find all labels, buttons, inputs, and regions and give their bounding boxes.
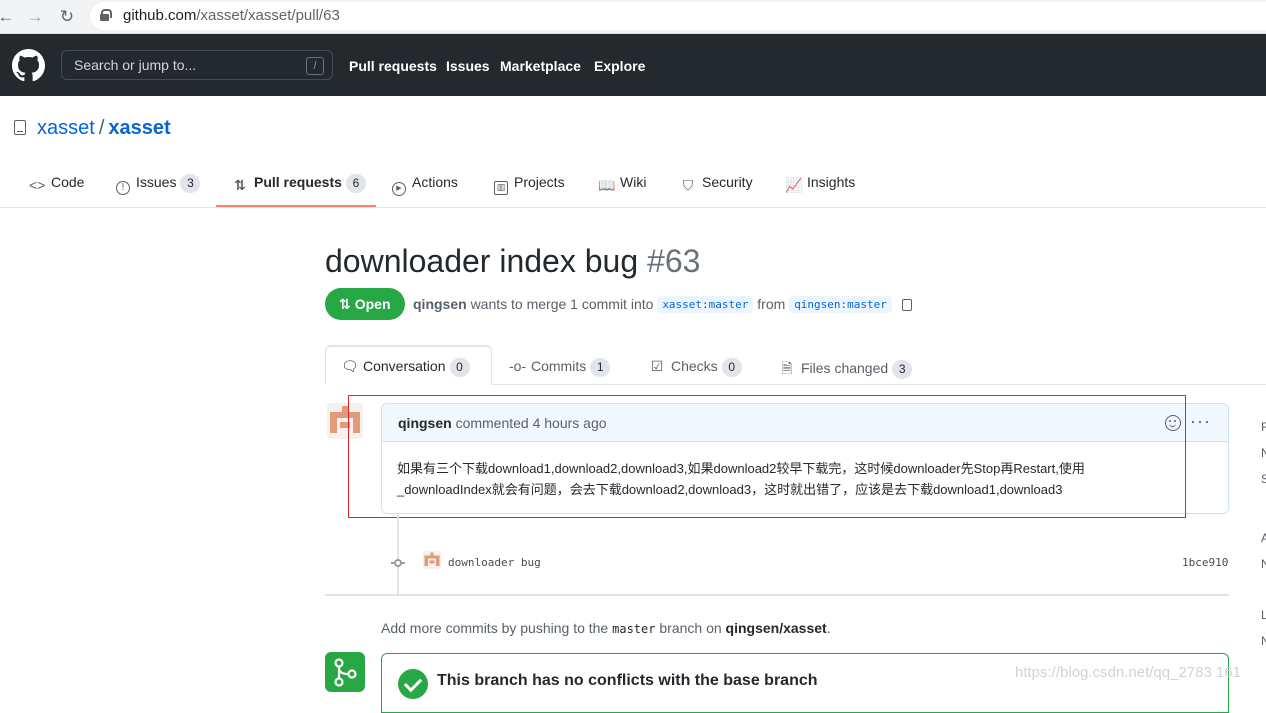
nav-pull-requests[interactable]: Pull requests bbox=[349, 58, 437, 74]
sidebar-labels-label: L bbox=[1261, 608, 1266, 622]
sidebar-assignees-label: A bbox=[1261, 531, 1266, 545]
timeline-line bbox=[397, 515, 399, 595]
tab-files-changed[interactable]: 🗎 Files changed 3 bbox=[779, 358, 913, 382]
project-icon: ▥ bbox=[494, 181, 508, 195]
repo-icon bbox=[14, 120, 26, 135]
issues-count-badge: 3 bbox=[180, 174, 201, 193]
check-circle-icon bbox=[398, 669, 428, 699]
avatar[interactable] bbox=[423, 551, 441, 569]
checks-count-badge: 0 bbox=[721, 358, 742, 377]
highlight-box bbox=[348, 395, 1186, 518]
checklist-icon: ☑ bbox=[650, 358, 664, 374]
search-placeholder: Search or jump to... bbox=[74, 57, 197, 73]
play-icon: ▶ bbox=[392, 182, 406, 196]
graph-icon: 📈 bbox=[785, 177, 803, 193]
search-shortcut-key: / bbox=[306, 57, 324, 75]
back-arrow-icon[interactable]: ← bbox=[0, 5, 18, 29]
nav-explore[interactable]: Explore bbox=[594, 58, 645, 74]
pr-state-badge: ⇅ Open bbox=[325, 288, 405, 320]
files-changed-count-badge: 3 bbox=[892, 360, 913, 379]
search-input[interactable]: Search or jump to... / bbox=[61, 50, 333, 80]
merge-status-box: This branch has no conflicts with the ba… bbox=[381, 653, 1229, 713]
tab-issues[interactable]: ! Issues 3 bbox=[116, 174, 201, 195]
repo-owner-link[interactable]: xasset bbox=[37, 117, 95, 139]
sidebar-reviewers-label: R bbox=[1261, 420, 1266, 434]
browser-toolbar: ← → ↻ github.com/xasset/xasset/pull/63 bbox=[0, 0, 1266, 34]
watermark-text: https://blog.csdn.net/qq_2783 161 bbox=[1015, 664, 1242, 681]
issue-opened-icon: ! bbox=[116, 181, 130, 195]
repo-name-link[interactable]: xasset bbox=[108, 117, 170, 139]
sidebar-text: N bbox=[1261, 446, 1266, 460]
add-more-commits-text: Add more commits by pushing to the maste… bbox=[381, 620, 831, 636]
git-merge-icon bbox=[325, 652, 365, 692]
lock-icon bbox=[100, 9, 112, 21]
pr-title-text: downloader index bug bbox=[325, 243, 639, 279]
git-pull-request-icon: ⇅ bbox=[234, 177, 246, 193]
reload-icon[interactable]: ↻ bbox=[55, 5, 79, 29]
git-commit-icon bbox=[391, 556, 405, 570]
pr-title: downloader index bug #63 bbox=[325, 243, 700, 280]
base-branch-label[interactable]: xasset:master bbox=[657, 296, 754, 313]
repo-title: xasset / xasset bbox=[37, 117, 171, 139]
comment-discussion-icon: 🗨 bbox=[341, 358, 359, 374]
active-tab-indicator bbox=[216, 205, 376, 207]
fork-repo-link[interactable]: qingsen/xasset bbox=[726, 620, 827, 636]
nav-issues[interactable]: Issues bbox=[446, 58, 490, 74]
sidebar-text: N bbox=[1261, 634, 1266, 648]
nav-marketplace[interactable]: Marketplace bbox=[500, 58, 581, 74]
url-text: github.com/xasset/xasset/pull/63 bbox=[123, 7, 340, 24]
head-branch-label[interactable]: qingsen:master bbox=[789, 296, 892, 313]
git-commit-icon: -o- bbox=[509, 358, 527, 374]
sidebar-text: N bbox=[1261, 557, 1266, 571]
tab-wiki[interactable]: 📖 Wiki bbox=[598, 174, 646, 193]
tab-pull-requests[interactable]: ⇅ Pull requests 6 bbox=[232, 174, 366, 193]
tab-code[interactable]: <> Code bbox=[29, 174, 84, 193]
tab-actions[interactable]: ▶ Actions bbox=[392, 174, 458, 196]
forward-arrow-icon[interactable]: → bbox=[23, 5, 47, 29]
pull-requests-count-badge: 6 bbox=[345, 174, 366, 193]
github-header: Search or jump to... / Pull requests Iss… bbox=[0, 34, 1266, 96]
git-pull-request-icon: ⇅ bbox=[339, 296, 351, 312]
tab-conversation[interactable]: 🗨 Conversation 0 bbox=[341, 358, 470, 377]
kebab-menu-icon[interactable]: ··· bbox=[1190, 411, 1211, 432]
book-icon: 📖 bbox=[598, 177, 616, 193]
timeline-divider bbox=[325, 594, 1229, 596]
pr-meta: qingsen wants to merge 1 commit into xas… bbox=[413, 296, 912, 313]
file-diff-icon: 🗎 bbox=[781, 360, 793, 376]
tab-commits[interactable]: -o- Commits 1 bbox=[509, 358, 611, 377]
conversation-count-badge: 0 bbox=[449, 358, 470, 377]
commits-count-badge: 1 bbox=[590, 358, 611, 377]
address-bar[interactable]: github.com/xasset/xasset/pull/63 bbox=[90, 2, 1266, 30]
branch-name: master bbox=[612, 622, 656, 636]
repo-tabs: <> Code ! Issues 3 ⇅ Pull requests 6 ▶ Actions… bbox=[0, 160, 1266, 208]
commit-message-link[interactable]: downloader bug bbox=[448, 556, 541, 569]
pr-author-link[interactable]: qingsen bbox=[413, 296, 467, 312]
code-icon: <> bbox=[29, 177, 46, 193]
clipboard-icon[interactable] bbox=[901, 299, 912, 311]
tab-projects[interactable]: ▥ Projects bbox=[494, 174, 565, 195]
tab-insights[interactable]: 📈 Insights bbox=[785, 174, 855, 193]
merge-status-title: This branch has no conflicts with the ba… bbox=[437, 672, 818, 689]
github-logo-icon[interactable] bbox=[12, 49, 45, 82]
pr-number: #63 bbox=[647, 243, 701, 279]
sidebar-text: S bbox=[1261, 472, 1266, 486]
shield-icon: ⛉ bbox=[682, 177, 694, 193]
tab-security[interactable]: ⛉ Security bbox=[680, 174, 753, 193]
tab-checks[interactable]: ☑ Checks 0 bbox=[649, 358, 742, 377]
commit-sha-link[interactable]: 1bce910 bbox=[1182, 556, 1228, 569]
